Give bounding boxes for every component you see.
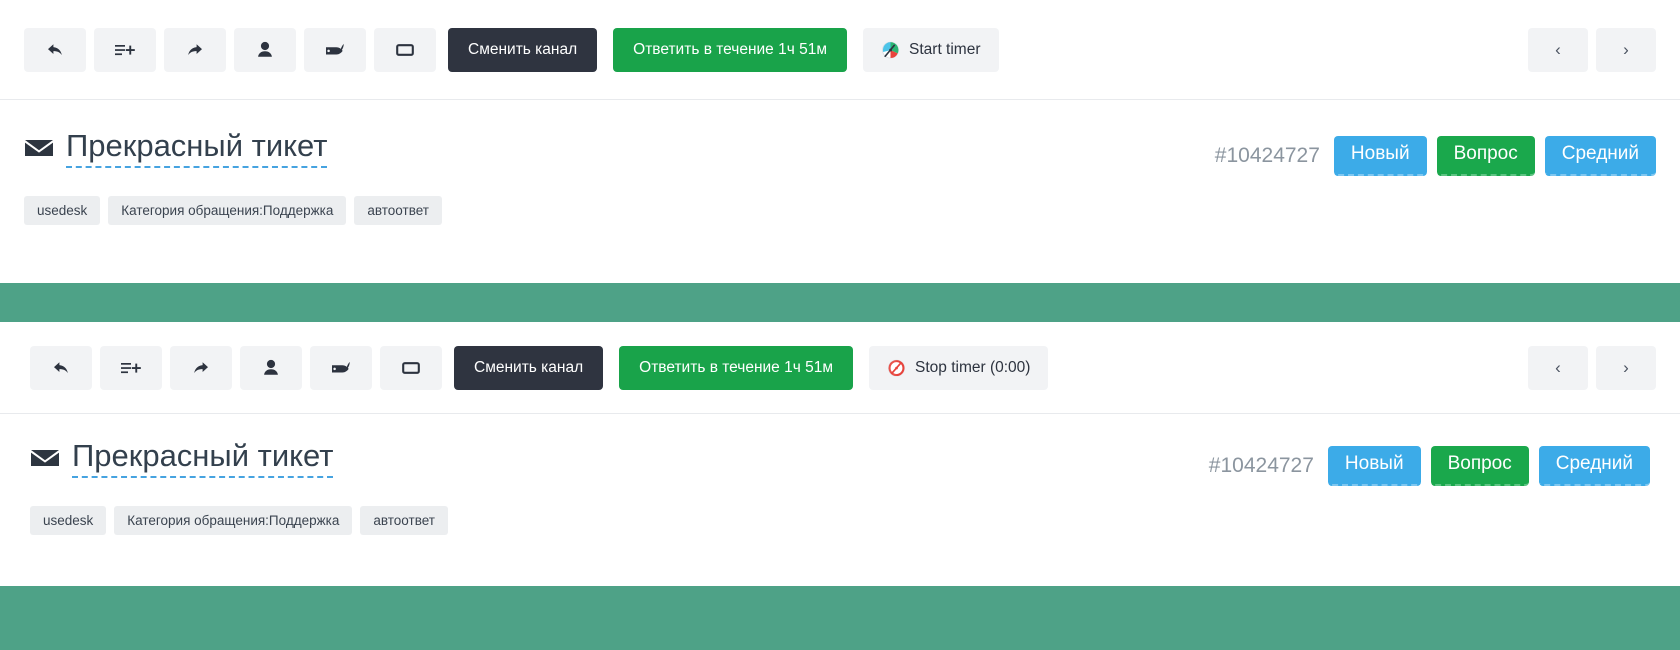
tag-item[interactable]: Категория обращения:Поддержка — [114, 505, 353, 535]
tag-button[interactable] — [310, 345, 372, 390]
tag-icon — [324, 40, 346, 60]
assign-user-icon — [262, 358, 280, 378]
ticket-title-group: Прекрасный тикет — [24, 129, 328, 168]
note-add-icon — [120, 359, 142, 377]
stop-timer-label: Stop timer (0:00) — [915, 358, 1031, 376]
comment-button[interactable] — [380, 345, 442, 390]
envelope-icon — [30, 447, 60, 474]
reply-button[interactable] — [30, 345, 92, 390]
assign-user-button[interactable] — [234, 27, 296, 72]
change-channel-button[interactable]: Сменить канал — [454, 345, 604, 390]
ticket-block-primary: Сменить канал Ответить в течение 1ч 51м — [0, 0, 1680, 283]
tag-icon — [330, 358, 352, 378]
previous-ticket-button[interactable]: ‹ — [1528, 27, 1588, 72]
forward-icon — [191, 358, 211, 378]
ticket-title-group: Прекрасный тикет — [30, 439, 334, 478]
green-separator-band-top — [0, 283, 1680, 322]
tag-item[interactable]: Категория обращения:Поддержка — [108, 195, 347, 225]
priority-badge[interactable]: Средний — [1538, 446, 1650, 486]
ticket-number: #10424727 — [1214, 143, 1320, 167]
type-badge[interactable]: Вопрос — [1430, 446, 1529, 486]
status-badge[interactable]: Новый — [1327, 446, 1421, 486]
stop-timer-button[interactable]: Stop timer (0:00) — [869, 345, 1049, 390]
envelope-icon — [24, 137, 54, 164]
forward-icon — [185, 40, 205, 60]
forward-button[interactable] — [164, 27, 226, 72]
reply-button[interactable] — [24, 27, 86, 72]
stopwatch-stop-icon — [887, 358, 906, 377]
type-badge[interactable]: Вопрос — [1436, 136, 1535, 176]
change-channel-button[interactable]: Сменить канал — [448, 27, 598, 72]
start-timer-button[interactable]: Start timer — [863, 27, 999, 72]
reply-icon — [51, 358, 71, 378]
page-title[interactable]: Прекрасный тикет — [66, 129, 328, 168]
comment-icon — [400, 359, 422, 377]
tag-item[interactable]: автоответ — [360, 505, 448, 535]
tag-button[interactable] — [304, 27, 366, 72]
assign-user-button[interactable] — [240, 345, 302, 390]
ticket-tags-secondary: usedesk Категория обращения:Поддержка ав… — [30, 505, 1650, 535]
next-ticket-button[interactable]: › — [1596, 345, 1656, 390]
status-badge[interactable]: Новый — [1333, 136, 1427, 176]
green-separator-band-bottom — [0, 586, 1680, 650]
ticket-meta-group: #10424727 Новый Вопрос Средний — [1209, 440, 1650, 486]
priority-badge[interactable]: Средний — [1544, 136, 1656, 176]
ticket-header-primary: Прекрасный тикет #10424727 Новый Вопрос … — [0, 100, 1680, 260]
ticket-header-row: Прекрасный тикет #10424727 Новый Вопрос … — [30, 439, 1650, 486]
tag-item[interactable]: usedesk — [30, 505, 107, 535]
assign-user-icon — [256, 40, 274, 60]
note-add-icon — [114, 41, 136, 59]
ticket-number: #10424727 — [1208, 453, 1314, 477]
comment-icon — [394, 41, 416, 59]
toolbar-actions-group: Сменить канал Ответить в течение 1ч 51м — [24, 27, 999, 72]
tag-item[interactable]: автоответ — [354, 195, 442, 225]
start-timer-label: Start timer — [909, 40, 981, 58]
ticket-toolbar-secondary: Сменить канал Ответить в течение 1ч 51м — [0, 322, 1680, 414]
page-title[interactable]: Прекрасный тикет — [72, 439, 334, 478]
ticket-toolbar-primary: Сменить канал Ответить в течение 1ч 51м — [0, 0, 1680, 100]
ticket-page: Сменить канал Ответить в течение 1ч 51м — [0, 0, 1680, 650]
ticket-block-secondary: Сменить канал Ответить в течение 1ч 51м — [0, 322, 1680, 586]
note-add-button[interactable] — [94, 27, 156, 72]
ticket-header-row: Прекрасный тикет #10424727 Новый Вопрос … — [24, 129, 1656, 176]
comment-button[interactable] — [374, 27, 436, 72]
stopwatch-icon — [881, 40, 900, 59]
forward-button[interactable] — [170, 345, 232, 390]
toolbar-navigation-group-secondary: ‹ › — [1528, 345, 1656, 390]
previous-ticket-button[interactable]: ‹ — [1528, 345, 1588, 390]
reply-icon — [45, 40, 65, 60]
reply-deadline-button[interactable]: Ответить в течение 1ч 51м — [613, 27, 848, 72]
note-add-button[interactable] — [100, 345, 162, 390]
toolbar-actions-group-secondary: Сменить канал Ответить в течение 1ч 51м — [30, 345, 1049, 390]
toolbar-navigation-group: ‹ › — [1528, 27, 1656, 72]
next-ticket-button[interactable]: › — [1596, 27, 1656, 72]
ticket-tags-primary: usedesk Категория обращения:Поддержка ав… — [24, 195, 1656, 225]
ticket-header-secondary: Прекрасный тикет #10424727 Новый Вопрос … — [0, 414, 1680, 574]
reply-deadline-button[interactable]: Ответить в течение 1ч 51м — [619, 345, 854, 390]
tag-item[interactable]: usedesk — [24, 195, 101, 225]
ticket-meta-group: #10424727 Новый Вопрос Средний — [1215, 130, 1656, 176]
